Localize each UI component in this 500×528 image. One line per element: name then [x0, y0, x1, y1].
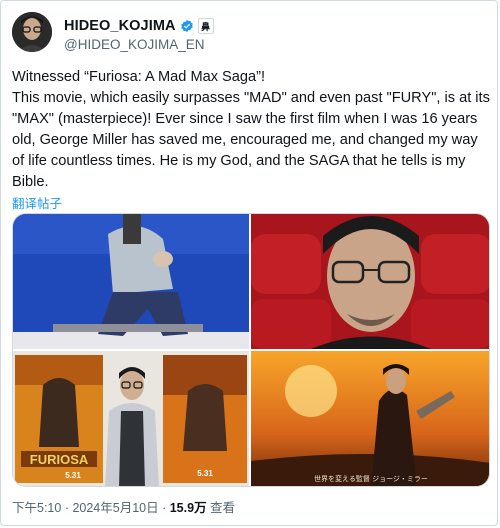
media-photo-1[interactable]: [13, 214, 249, 349]
affiliate-badge-icon: 鼻: [197, 18, 214, 34]
author-name-row: HIDEO_KOJIMA 鼻: [64, 17, 214, 35]
media-grid: FURIOSA 5.31 5.31 世界を変える監督 ジョージ・ミラー: [12, 213, 490, 487]
post-date[interactable]: 2024年5月10日: [72, 501, 158, 515]
photo4-caption-text: 世界を変える監督 ジョージ・ミラー: [314, 474, 428, 483]
view-count: 15.9万: [169, 501, 207, 515]
translate-post-link[interactable]: 翻译帖子: [12, 193, 62, 212]
avatar[interactable]: [12, 12, 52, 52]
author-handle[interactable]: @HIDEO_KOJIMA_EN: [64, 37, 204, 52]
meta-separator: ·: [158, 501, 170, 515]
view-count-label: 查看: [206, 501, 236, 515]
poster-date-left: 5.31: [65, 471, 81, 480]
media-photo-2[interactable]: [251, 214, 489, 349]
tweet-card: HIDEO_KOJIMA 鼻 @HIDEO_KOJIMA_EN Witnesse…: [0, 0, 498, 526]
media-photo-3[interactable]: FURIOSA 5.31 5.31: [13, 351, 249, 486]
tweet-meta: 下午5:10 · 2024年5月10日 · 15.9万 查看: [12, 497, 235, 516]
poster-title-text: FURIOSA: [30, 452, 89, 467]
post-time[interactable]: 下午5:10: [12, 501, 61, 515]
tweet-text: Witnessed “Furiosa: A Mad Max Saga”! Thi…: [12, 69, 490, 190]
poster-date-right: 5.31: [197, 469, 213, 478]
author-display-name[interactable]: HIDEO_KOJIMA: [64, 18, 176, 34]
media-photo-4[interactable]: 世界を変える監督 ジョージ・ミラー: [251, 351, 489, 486]
verified-badge-icon: [180, 19, 193, 33]
meta-separator: ·: [61, 501, 73, 515]
